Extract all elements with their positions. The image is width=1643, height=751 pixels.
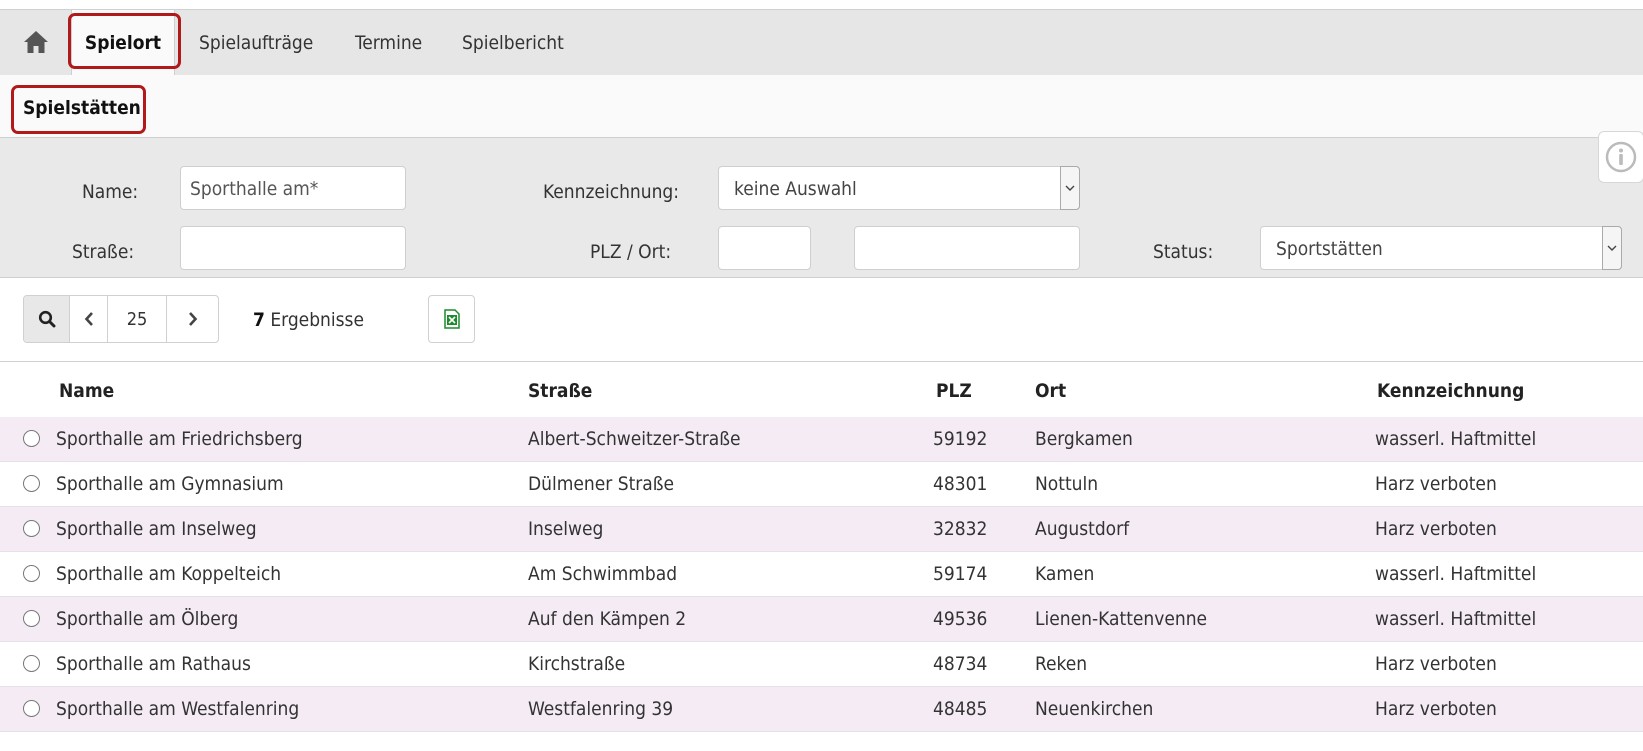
table-row[interactable]: Sporthalle am Friedrichsberg Albert-Schw… — [0, 417, 1643, 462]
kennzeichnung-selected: keine Auswahl — [734, 178, 857, 200]
info-icon — [1605, 141, 1637, 173]
status-label: Status: — [1153, 241, 1214, 263]
table-header: Name Straße PLZ Ort Kennzeichnung — [0, 362, 1643, 418]
cell-plz: 48734 — [933, 653, 988, 675]
table-row[interactable]: Sporthalle am Koppelteich Am Schwimmbad … — [0, 552, 1643, 597]
results-toolbar: 25 7 Ergebnisse — [0, 278, 1643, 362]
column-header-strasse[interactable]: Straße — [528, 380, 592, 402]
cell-ort: Kamen — [1035, 563, 1095, 585]
tab-spielort[interactable]: Spielort — [71, 10, 175, 76]
status-selected: Sportstätten — [1276, 238, 1383, 260]
table-row[interactable]: Sporthalle am Gymnasium Dülmener Straße … — [0, 462, 1643, 507]
cell-strasse: Dülmener Straße — [528, 473, 675, 495]
cell-ort: Nottuln — [1035, 473, 1099, 495]
table-row[interactable]: Sporthalle am Ölberg Auf den Kämpen 2 49… — [0, 597, 1643, 642]
cell-plz: 49536 — [933, 608, 988, 630]
plz-input[interactable] — [718, 226, 811, 270]
pager: 25 — [23, 295, 219, 343]
search-icon — [38, 310, 55, 328]
cell-name: Sporthalle am Inselweg — [56, 518, 257, 540]
cell-kennzeichnung: Harz verboten — [1375, 473, 1497, 495]
cell-kennzeichnung: wasserl. Haftmittel — [1375, 608, 1537, 630]
name-label: Name: — [82, 181, 139, 203]
plz-ort-label: PLZ / Ort: — [590, 241, 672, 263]
prev-page-button[interactable] — [70, 296, 108, 342]
home-icon[interactable] — [22, 28, 50, 56]
cell-ort: Augustdorf — [1035, 518, 1130, 540]
column-header-name[interactable]: Name — [59, 380, 114, 402]
cell-ort: Neuenkirchen — [1035, 698, 1154, 720]
cell-plz: 59174 — [933, 563, 988, 585]
cell-kennzeichnung: Harz verboten — [1375, 518, 1497, 540]
row-radio[interactable] — [23, 430, 40, 447]
app-frame: Spielort Spielaufträge Termine Spielberi… — [0, 9, 1643, 751]
cell-ort: Lienen-Kattenvenne — [1035, 608, 1208, 630]
search-button[interactable] — [24, 296, 70, 342]
cell-name: Sporthalle am Rathaus — [56, 653, 251, 675]
cell-name: Sporthalle am Ölberg — [56, 608, 239, 630]
cell-plz: 48301 — [933, 473, 988, 495]
cell-strasse: Westfalenring 39 — [528, 698, 674, 720]
kennzeichnung-select[interactable]: keine Auswahl — [718, 166, 1080, 210]
filter-panel: Name: Sporthalle am* Kennzeichnung: kein… — [0, 131, 1643, 278]
table-row[interactable]: Sporthalle am Inselweg Inselweg 32832 Au… — [0, 507, 1643, 552]
tab-spielbericht[interactable]: Spielbericht — [462, 32, 564, 54]
table-row[interactable]: Sporthalle am Westfalenring Westfalenrin… — [0, 687, 1643, 732]
cell-plz: 59192 — [933, 428, 988, 450]
kennzeichnung-label: Kennzeichnung: — [543, 181, 680, 203]
page-size-field[interactable]: 25 — [108, 296, 167, 342]
cell-ort: Bergkamen — [1035, 428, 1133, 450]
cell-kennzeichnung: Harz verboten — [1375, 653, 1497, 675]
result-count: 7 Ergebnisse — [253, 309, 364, 331]
row-radio[interactable] — [23, 520, 40, 537]
cell-strasse: Kirchstraße — [528, 653, 626, 675]
cell-ort: Reken — [1035, 653, 1088, 675]
result-number: 7 — [253, 309, 265, 331]
info-button[interactable] — [1598, 131, 1643, 183]
cell-name: Sporthalle am Gymnasium — [56, 473, 284, 495]
main-nav: Spielort Spielaufträge Termine Spielberi… — [0, 10, 1643, 76]
chevron-down-icon[interactable] — [1602, 226, 1622, 270]
excel-export-button[interactable] — [428, 295, 475, 343]
cell-kennzeichnung: wasserl. Haftmittel — [1375, 563, 1537, 585]
ort-input[interactable] — [854, 226, 1080, 270]
strasse-input[interactable] — [180, 226, 406, 270]
table-body: Sporthalle am Friedrichsberg Albert-Schw… — [0, 417, 1643, 732]
cell-name: Sporthalle am Westfalenring — [56, 698, 300, 720]
row-radio[interactable] — [23, 475, 40, 492]
cell-name: Sporthalle am Friedrichsberg — [56, 428, 303, 450]
row-radio[interactable] — [23, 610, 40, 627]
name-input[interactable]: Sporthalle am* — [180, 166, 406, 210]
tab-spielauftraege[interactable]: Spielaufträge — [199, 32, 313, 54]
cell-plz: 48485 — [933, 698, 988, 720]
cell-strasse: Auf den Kämpen 2 — [528, 608, 687, 630]
chevron-right-icon — [188, 312, 197, 326]
table-row[interactable]: Sporthalle am Rathaus Kirchstraße 48734 … — [0, 642, 1643, 687]
column-header-kennzeichnung[interactable]: Kennzeichnung — [1377, 380, 1524, 402]
section-header: Spielstätten — [0, 75, 1643, 138]
tab-termine[interactable]: Termine — [355, 32, 422, 54]
cell-plz: 32832 — [933, 518, 988, 540]
column-header-plz[interactable]: PLZ — [936, 380, 972, 402]
row-radio[interactable] — [23, 655, 40, 672]
status-select[interactable]: Sportstätten — [1260, 226, 1622, 270]
row-radio[interactable] — [23, 565, 40, 582]
cell-strasse: Am Schwimmbad — [528, 563, 678, 585]
row-radio[interactable] — [23, 700, 40, 717]
excel-icon — [443, 309, 460, 329]
next-page-button[interactable] — [167, 296, 218, 342]
cell-kennzeichnung: wasserl. Haftmittel — [1375, 428, 1537, 450]
cell-name: Sporthalle am Koppelteich — [56, 563, 282, 585]
result-label: Ergebnisse — [270, 309, 364, 331]
cell-kennzeichnung: Harz verboten — [1375, 698, 1497, 720]
chevron-left-icon — [84, 312, 93, 326]
cell-strasse: Inselweg — [528, 518, 604, 540]
column-header-ort[interactable]: Ort — [1035, 380, 1066, 402]
section-title: Spielstätten — [23, 97, 141, 119]
strasse-label: Straße: — [72, 241, 135, 263]
cell-strasse: Albert-Schweitzer-Straße — [528, 428, 741, 450]
chevron-down-icon[interactable] — [1060, 166, 1080, 210]
